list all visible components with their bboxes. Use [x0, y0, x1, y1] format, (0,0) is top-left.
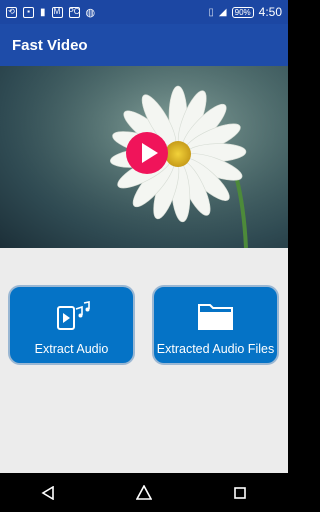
- extract-audio-label: Extract Audio: [34, 342, 109, 356]
- app-bar: Fast Video: [0, 24, 288, 66]
- extract-audio-button[interactable]: Extract Audio: [8, 285, 135, 365]
- bookmark-icon: ▮: [40, 6, 46, 18]
- navigation-bar: [0, 473, 288, 512]
- sim-icon: ▯: [208, 6, 214, 18]
- back-icon: [41, 485, 54, 500]
- folder-icon: [197, 304, 233, 330]
- extracted-audio-files-button[interactable]: Extracted Audio Files: [152, 285, 279, 365]
- signal-icon: ◢: [218, 6, 227, 18]
- extracted-audio-files-label: Extracted Audio Files: [156, 342, 275, 356]
- image-icon: ▪: [23, 6, 34, 18]
- gmail-icon: M: [51, 6, 63, 18]
- app-title: Fast Video: [12, 36, 88, 54]
- play-button[interactable]: [126, 132, 168, 174]
- clock: 4:50: [258, 5, 282, 19]
- battery-percent: 90%: [234, 7, 251, 17]
- home-icon: [136, 484, 152, 500]
- status-bar: ⟲ ▪ ▮ M PC ◍ ▯ ◢ 90% 4:50: [0, 0, 288, 24]
- video-preview: [0, 66, 288, 248]
- basketball-icon: ◍: [85, 6, 96, 19]
- home-button[interactable]: [124, 473, 164, 512]
- battery-indicator: 90%: [231, 6, 254, 18]
- back-button[interactable]: [28, 473, 68, 512]
- video-music-icon: [56, 301, 90, 330]
- recents-button[interactable]: [220, 473, 260, 512]
- notification-icons: ⟲ ▪ ▮ M PC ◍: [6, 6, 95, 19]
- content-area: Extract Audio Extracted Audio Files: [0, 248, 288, 473]
- pc-icon: PC: [68, 6, 80, 18]
- play-icon: [142, 143, 158, 163]
- recents-icon: [234, 486, 246, 499]
- fast-video-icon: ⟲: [6, 6, 17, 18]
